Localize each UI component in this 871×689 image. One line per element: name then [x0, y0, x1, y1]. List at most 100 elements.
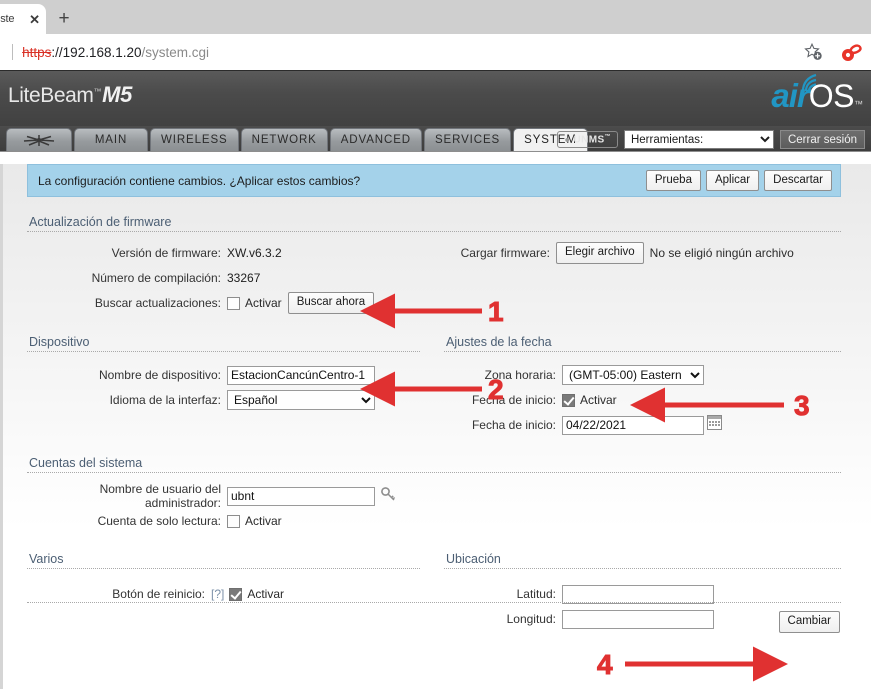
check-updates-row: Buscar actualizaciones: Activar Buscar a…: [27, 292, 420, 314]
latitude-label: Latitud:: [444, 587, 562, 601]
airos-logo: air OS ™: [771, 77, 863, 115]
nav-tab-advanced[interactable]: ADVANCED: [330, 128, 422, 151]
nav-tab-services[interactable]: SERVICES: [424, 128, 511, 151]
apply-button[interactable]: Aplicar: [706, 170, 759, 192]
misc-section-header: Varios: [27, 552, 434, 569]
section-divider: [27, 472, 841, 473]
check-updates-label: Buscar actualizaciones:: [27, 296, 227, 310]
device-name-row: Nombre de dispositivo:: [27, 364, 420, 386]
nav-tab-network[interactable]: NETWORK: [241, 128, 328, 151]
reset-button-label: Botón de reinicio:: [27, 587, 211, 601]
nav-tab-wireless[interactable]: WIRELESS: [150, 128, 239, 151]
device-section-header: Dispositivo: [27, 335, 434, 352]
misc-location-fields: Botón de reinicio: [?] Activar Latitud: …: [3, 569, 871, 633]
latitude-input[interactable]: [562, 585, 714, 604]
calendar-icon[interactable]: [707, 415, 722, 435]
ubiquiti-logo-icon[interactable]: [6, 128, 72, 151]
airos-logo-air: air: [771, 77, 808, 115]
readonly-account-checkbox[interactable]: [227, 515, 240, 528]
discard-button[interactable]: Descartar: [764, 170, 832, 192]
device-fields: Nombre de dispositivo: Idioma de la inte…: [27, 364, 434, 439]
footer-divider: [27, 602, 841, 603]
change-button[interactable]: Cambiar: [779, 611, 840, 633]
airos-logo-trademark: ™: [854, 99, 863, 109]
admin-username-input[interactable]: [227, 487, 375, 506]
brand-name: LiteBeam: [8, 84, 94, 107]
device-section-title: Dispositivo: [27, 335, 420, 349]
interface-language-select[interactable]: Español: [227, 390, 375, 410]
extension-icon[interactable]: [839, 40, 865, 64]
accounts-right-column: [434, 485, 841, 535]
url-host: 192.168.1.20: [63, 45, 142, 60]
nav-right-controls: ● UNMS™ Herramientas: Cerrar sesión: [557, 130, 865, 149]
firmware-section-title: Actualización de firmware: [27, 215, 841, 229]
nav-tab-main[interactable]: MAIN: [74, 128, 148, 151]
upload-firmware-row: Cargar firmware: Elegir archivo No se el…: [444, 242, 841, 264]
plus-icon[interactable]: +: [46, 4, 82, 34]
device-name-input[interactable]: [227, 366, 375, 385]
logout-button[interactable]: Cerrar sesión: [780, 130, 865, 149]
date-fields: Zona horaria: (GMT-05:00) Eastern Sta Fe…: [434, 364, 841, 439]
airos-logo-os: OS: [809, 78, 854, 115]
tools-dropdown[interactable]: Herramientas:: [624, 130, 774, 149]
admin-username-row: Nombre de usuario del administrador:: [27, 485, 420, 507]
interface-language-row: Idioma de la interfaz: Español: [27, 389, 420, 411]
device-date-fields: Nombre de dispositivo: Idioma de la inte…: [3, 352, 871, 439]
check-updates-enable-label: Activar: [245, 296, 282, 310]
interface-language-label: Idioma de la interfaz:: [27, 393, 227, 407]
address-bar[interactable]: ro https://192.168.1.20/system.cgi: [6, 38, 831, 66]
startup-date-label: Fecha de inicio:: [444, 418, 562, 432]
brand-model: M5: [102, 82, 132, 107]
startup-date-input[interactable]: [562, 416, 704, 435]
timezone-select[interactable]: (GMT-05:00) Eastern Sta: [562, 365, 704, 385]
section-divider: [27, 231, 841, 232]
location-section-header: Ubicación: [434, 552, 841, 569]
reset-enable-label: Activar: [247, 587, 284, 601]
firmware-right-column: Cargar firmware: Elegir archivo No se el…: [434, 242, 841, 317]
nav-tab-label: NETWORK: [252, 134, 317, 146]
startup-date-checkbox[interactable]: [562, 394, 575, 407]
accounts-section-header: Cuentas del sistema: [27, 456, 841, 473]
browser-tab[interactable]: iste ✕: [0, 4, 46, 34]
startup-date-toggle-label: Fecha de inicio:: [444, 393, 562, 407]
accounts-section-title: Cuentas del sistema: [27, 456, 841, 470]
browser-toolbar: ro https://192.168.1.20/system.cgi: [0, 34, 871, 70]
reset-help-link[interactable]: [?]: [211, 587, 224, 601]
notice-message: La configuración contiene cambios. ¿Apli…: [38, 174, 646, 188]
key-icon[interactable]: [380, 486, 396, 507]
product-brand: LiteBeam™M5: [8, 82, 132, 108]
test-button[interactable]: Prueba: [646, 170, 701, 192]
longitude-input[interactable]: [562, 610, 714, 629]
star-add-icon[interactable]: [803, 42, 823, 62]
section-divider: [444, 351, 841, 352]
check-now-button[interactable]: Buscar ahora: [288, 292, 374, 314]
url-scheme: https: [22, 45, 51, 60]
nav-tab-label: WIRELESS: [161, 134, 228, 146]
unms-label: UNMS: [574, 134, 605, 145]
browser-chrome: iste ✕ + ro https://192.168.1.20/system.…: [0, 0, 871, 70]
section-divider: [27, 351, 420, 352]
firmware-fields: Versión de firmware: XW.v6.3.2 Número de…: [3, 242, 871, 317]
build-number-row: Número de compilación: 33267: [27, 267, 420, 289]
firmware-version-value: XW.v6.3.2: [227, 246, 282, 260]
file-status-text: No se eligió ningún archivo: [650, 246, 794, 260]
firmware-section-header: Actualización de firmware: [27, 215, 841, 232]
check-updates-checkbox[interactable]: [227, 297, 240, 310]
firmware-left-column: Versión de firmware: XW.v6.3.2 Número de…: [27, 242, 434, 317]
accounts-fields: Nombre de usuario del administrador: Cue…: [3, 473, 871, 535]
section-divider: [27, 568, 420, 569]
brand-trademark: ™: [94, 87, 102, 96]
build-number-value: 33267: [227, 271, 260, 285]
admin-username-label: Nombre de usuario del administrador:: [27, 482, 227, 510]
unms-button[interactable]: ● UNMS™: [557, 131, 617, 148]
date-section-title: Ajustes de la fecha: [444, 335, 841, 349]
readonly-enable-label: Activar: [245, 514, 282, 528]
misc-section-title: Varios: [27, 552, 420, 566]
date-section-header: Ajustes de la fecha: [434, 335, 841, 352]
config-changes-notice: La configuración contiene cambios. ¿Apli…: [27, 164, 841, 197]
firmware-version-label: Versión de firmware:: [27, 246, 227, 260]
reset-button-checkbox[interactable]: [229, 588, 242, 601]
browser-tabstrip: iste ✕ +: [0, 0, 871, 34]
choose-file-button[interactable]: Elegir archivo: [556, 242, 644, 264]
close-icon[interactable]: ✕: [27, 13, 40, 26]
